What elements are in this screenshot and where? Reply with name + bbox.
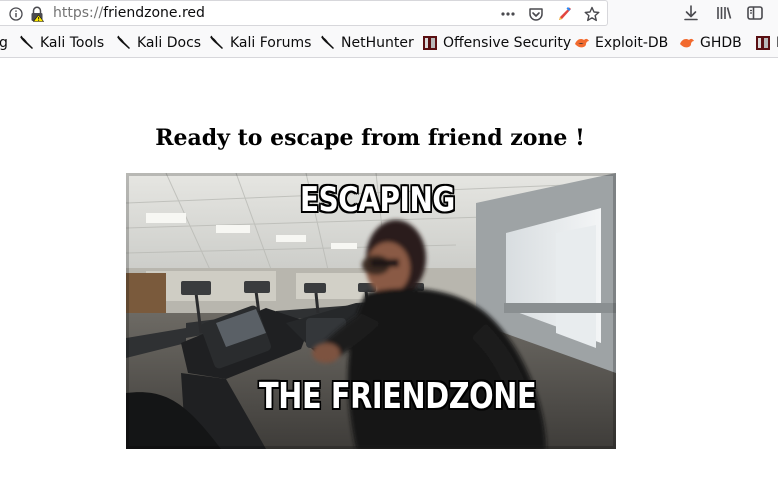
- pocket-icon[interactable]: [528, 6, 544, 22]
- bookmark-label: Kali Docs: [137, 35, 202, 51]
- bookmark-label: NetHunter: [341, 35, 414, 51]
- pen-extension-icon[interactable]: [556, 6, 572, 22]
- more-dots-icon[interactable]: [500, 6, 516, 22]
- url-host: friendzone.red: [103, 5, 205, 21]
- bookmark-item[interactable]: g: [0, 34, 8, 52]
- bookmark-ghdb[interactable]: GHDB: [679, 34, 742, 52]
- bookmark-kali-forums[interactable]: Kali Forums: [209, 34, 311, 52]
- navigation-toolbar: https://friendzone.red: [0, 0, 778, 28]
- info-icon[interactable]: [9, 7, 23, 21]
- lock-warning-icon[interactable]: [30, 6, 44, 22]
- exploitdb-icon: [680, 38, 694, 48]
- url-scheme: https://: [53, 5, 104, 21]
- page-title: Ready to escape from friend zone !: [155, 125, 585, 151]
- offsec-icon: [756, 36, 770, 50]
- bookmark-kali-tools[interactable]: Kali Tools: [19, 34, 104, 52]
- offsec-icon: [423, 36, 437, 50]
- sidebar-icon[interactable]: [746, 4, 764, 22]
- meme-bottom-caption: THE FRIENDZONE: [259, 376, 537, 417]
- bookmark-label: Exploit-DB: [595, 35, 669, 51]
- url-bar[interactable]: https://friendzone.red: [0, 0, 608, 26]
- bookmark-label: GHDB: [700, 35, 742, 51]
- bookmark-label: Kali Tools: [40, 35, 105, 51]
- download-icon[interactable]: [682, 4, 700, 22]
- bookmark-label: Kali Forums: [230, 35, 312, 51]
- bookmark-label: Offensive Security: [443, 35, 572, 51]
- bookmark-more[interactable]: M: [755, 34, 778, 52]
- url-text[interactable]: https://friendzone.red: [53, 5, 205, 22]
- meme-top-caption: ESCAPING: [300, 180, 455, 220]
- meme-image: ESCAPING THE FRIENDZONE: [126, 173, 616, 449]
- exploitdb-icon: [575, 38, 589, 48]
- star-icon[interactable]: [584, 6, 600, 22]
- bookmark-kali-docs[interactable]: Kali Docs: [116, 34, 201, 52]
- kali-icon: [117, 35, 130, 49]
- library-icon[interactable]: [715, 4, 733, 22]
- bookmarks-toolbar: g Kali Tools Kali Docs Kali Forums NetHu…: [0, 28, 778, 58]
- kali-icon: [20, 35, 33, 49]
- kali-icon: [321, 35, 334, 49]
- bookmark-offensive-security[interactable]: Offensive Security: [422, 34, 571, 52]
- bookmark-nethunter[interactable]: NetHunter: [320, 34, 414, 52]
- bookmark-label: g: [0, 34, 8, 52]
- bookmark-exploit-db[interactable]: Exploit-DB: [574, 34, 668, 52]
- kali-icon: [210, 35, 223, 49]
